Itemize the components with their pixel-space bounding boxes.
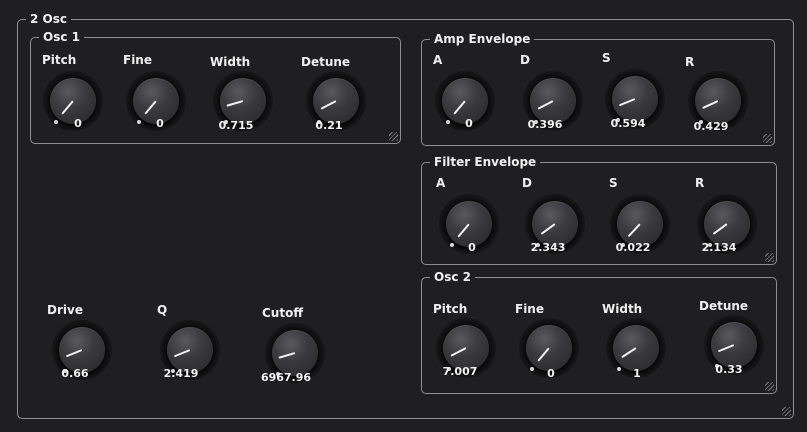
osc2-width-label: Width (602, 302, 643, 316)
knob-pointer-icon (457, 223, 470, 238)
resize-grip-icon[interactable] (765, 382, 774, 391)
resize-grip-icon[interactable] (763, 134, 772, 143)
osc1-detune-label: Detune (301, 55, 351, 69)
knob-pointer-icon (540, 223, 556, 235)
knob-pointer-icon (61, 100, 74, 115)
amp-env-a-label: A (433, 53, 443, 67)
amp-envelope-panel-title: Amp Envelope (430, 31, 535, 47)
filter-env-a-label: A (436, 176, 446, 190)
osc1-detune-value: 0.21 (315, 119, 343, 132)
knob-body (272, 330, 318, 376)
filter-drive-value: 0.66 (61, 367, 89, 380)
filter-drive-label: Drive (47, 303, 83, 317)
osc2-panel-title: Osc 2 (430, 269, 475, 285)
amp-env-d-value: 0.396 (527, 118, 563, 131)
knob-pointer-icon (537, 100, 554, 110)
osc2-detune-label: Detune (699, 299, 749, 313)
knob-pointer-icon (618, 98, 636, 107)
resize-grip-icon[interactable] (782, 407, 791, 416)
amp-env-r-label: R (685, 55, 695, 69)
filter-env-s-value: 0.022 (615, 241, 651, 254)
filter-env-d-value: 2.343 (530, 241, 566, 254)
knob-pointer-icon (712, 223, 728, 235)
amp-env-s-label: S (602, 51, 611, 65)
knob-pointer-icon (537, 347, 550, 362)
filter-q-label: Q (157, 303, 168, 317)
resize-grip-icon[interactable] (765, 253, 774, 262)
osc1-width-value: 0.715 (218, 119, 254, 132)
knob-body (695, 78, 741, 124)
osc2-detune-value: 0.33 (715, 363, 743, 376)
filter-cutoff-label: Cutoff (262, 306, 304, 320)
filter-cutoff-value: 6967.96 (260, 371, 312, 384)
osc2-fine-label: Fine (515, 302, 544, 316)
knob-pointer-icon (627, 223, 641, 238)
osc1-pitch-value: 0 (74, 117, 82, 130)
osc2-pitch-label: Pitch (433, 302, 468, 316)
main-panel-title: 2 Osc (26, 11, 71, 27)
knob-pointer-icon (450, 347, 467, 357)
knob-body (313, 78, 359, 124)
filter-env-s-label: S (609, 176, 618, 190)
knob-body (612, 76, 658, 122)
knob-pointer-icon (320, 100, 337, 110)
osc1-pitch-label: Pitch (42, 53, 77, 67)
amp-env-r-value: 0.429 (693, 120, 729, 133)
knob-pointer-icon (621, 347, 637, 359)
knob-body (526, 325, 572, 371)
knob-body (711, 322, 757, 368)
knob-pointer-icon (65, 349, 83, 358)
filter-env-r-label: R (695, 176, 705, 190)
knob-pointer-icon (226, 100, 244, 107)
knob-pointer-icon (278, 352, 296, 359)
knob-body (220, 78, 266, 124)
amp-env-s-value: 0.594 (610, 117, 646, 130)
filter-envelope-panel-title: Filter Envelope (430, 154, 541, 170)
amp-env-d-label: D (520, 53, 530, 67)
knob-pointer-icon (702, 100, 719, 110)
osc2-pitch-value: 7.007 (442, 365, 478, 378)
filter-q-value: 2.419 (163, 367, 199, 380)
knob-body (613, 325, 659, 371)
osc1-fine-label: Fine (123, 53, 152, 67)
filter-env-d-label: D (522, 176, 532, 190)
resize-grip-icon[interactable] (389, 132, 398, 141)
osc1-panel-title: Osc 1 (39, 29, 84, 45)
knob-pointer-icon (717, 344, 735, 353)
knob-pointer-icon (453, 100, 466, 115)
osc2-width-value: 1 (633, 367, 641, 380)
knob-pointer-icon (173, 349, 191, 358)
knob-pointer-icon (144, 100, 157, 115)
osc1-width-label: Width (210, 55, 251, 69)
osc2-fine-value: 0 (547, 367, 555, 380)
filter-env-r-value: 2.134 (701, 241, 737, 254)
